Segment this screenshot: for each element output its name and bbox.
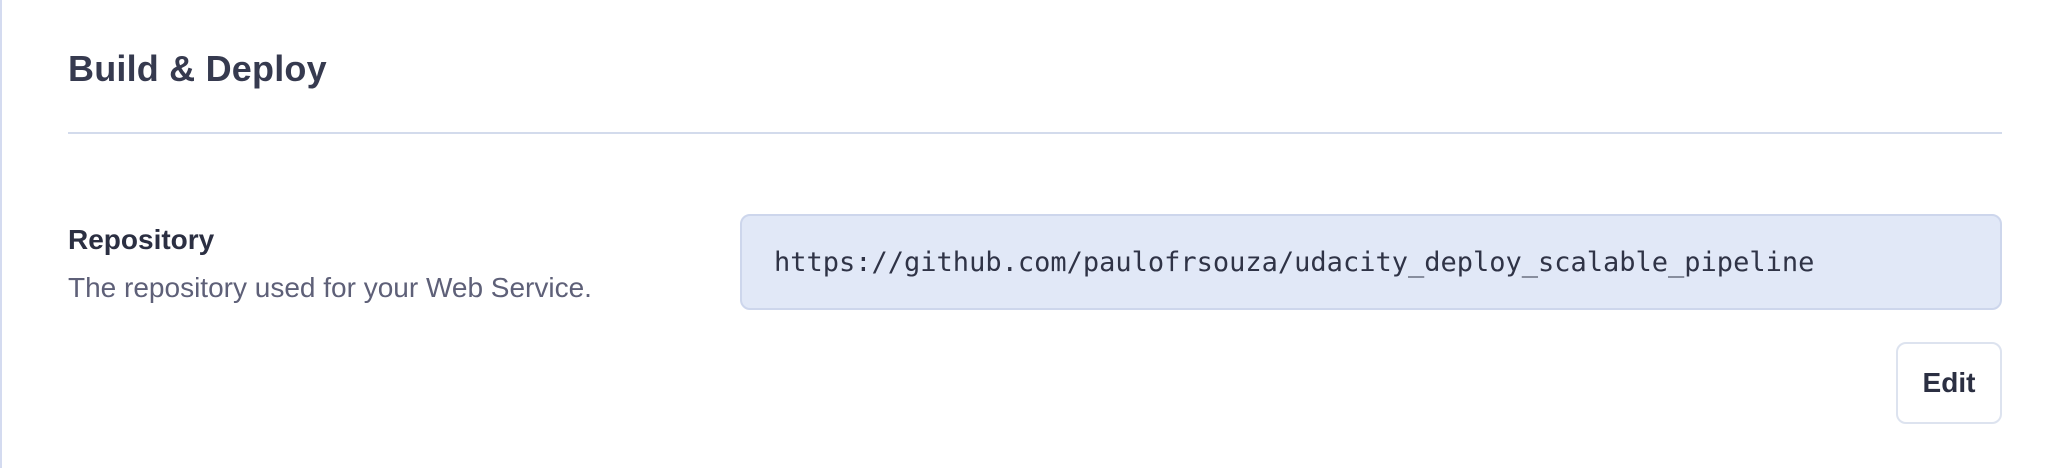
section-title: Build & Deploy (68, 48, 327, 89)
repository-description: The repository used for your Web Service… (68, 272, 592, 303)
repository-label: Repository (68, 224, 215, 255)
repository-url-box: https://github.com/paulofrsouza/udacity_… (740, 214, 2002, 310)
build-deploy-panel: Build & Deploy Repository The repository… (0, 0, 2066, 468)
section-divider (68, 132, 2002, 134)
edit-button[interactable]: Edit (1896, 342, 2002, 424)
repository-url: https://github.com/paulofrsouza/udacity_… (774, 246, 1815, 278)
